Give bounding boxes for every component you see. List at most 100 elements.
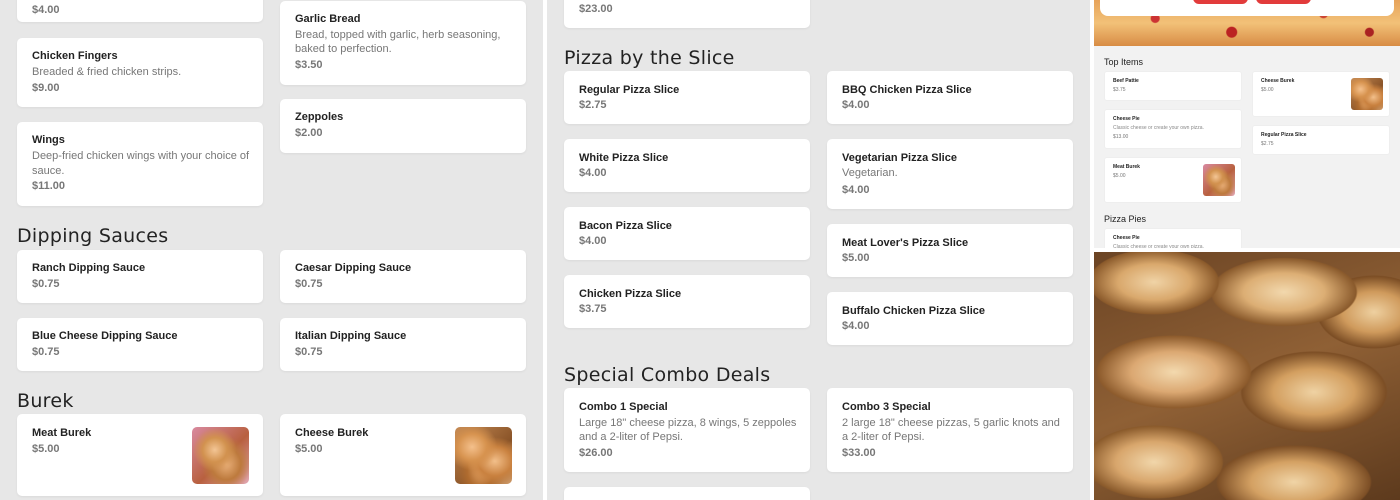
item-name: Vegetarian Pizza Slice — [842, 152, 957, 164]
item-price: $3.50 — [295, 59, 323, 71]
item-price: $4.00 — [579, 167, 607, 179]
cheese-burek-image — [455, 427, 512, 484]
item-price: $0.75 — [32, 346, 60, 358]
menu-item-bbq-chicken-pizza-slice[interactable]: BBQ Chicken Pizza Slice $4.00 — [827, 71, 1073, 124]
item-description: Bread, topped with garlic, herb seasonin… — [295, 29, 501, 41]
mini-item-meat-burek[interactable]: Meat Burek $5.00 — [1104, 157, 1242, 203]
item-price: $4.00 — [32, 4, 60, 16]
item-name: Beef Pattie — [1113, 78, 1139, 84]
middle-menu-panel: $23.00 Pizza by the Slice Regular Pizza … — [547, 0, 1090, 500]
item-name: Bacon Pizza Slice — [579, 220, 672, 232]
menu-item-white-pizza-slice[interactable]: White Pizza Slice $4.00 — [564, 139, 810, 192]
menu-item-chicken-fingers[interactable]: Chicken Fingers Breaded & fried chicken … — [17, 38, 263, 107]
item-name: Chicken Fingers — [32, 50, 118, 62]
item-name: Cheese Pie — [1113, 116, 1140, 122]
item-price: $5.00 — [1261, 87, 1274, 93]
item-name: Cheese Pie — [1113, 235, 1140, 241]
menu-item-cheese-burek[interactable]: Cheese Burek $5.00 — [280, 414, 526, 496]
item-name: Cheese Burek — [1261, 78, 1295, 84]
menu-item-meat-burek[interactable]: Meat Burek $5.00 — [17, 414, 263, 496]
menu-item-ranch-dipping-sauce[interactable]: Ranch Dipping Sauce $0.75 — [17, 250, 263, 303]
item-price: $4.00 — [579, 235, 607, 247]
item-name: Cheese Burek — [295, 427, 369, 439]
menu-item-bacon-pizza-slice[interactable]: Bacon Pizza Slice $4.00 — [564, 207, 810, 260]
section-title-special-combo-deals: Special Combo Deals — [564, 364, 771, 386]
item-price: $23.00 — [579, 3, 613, 15]
item-name: Ranch Dipping Sauce — [32, 262, 146, 274]
item-description: baked to perfection. — [295, 43, 392, 55]
menu-item-card[interactable]: $23.00 — [564, 0, 810, 28]
menu-item-garlic-bread[interactable]: Garlic Bread Bread, topped with garlic, … — [280, 1, 526, 85]
item-description: and a 2-liter of Pepsi. — [579, 431, 683, 443]
section-title-pizza-pies: Pizza Pies — [1104, 214, 1147, 224]
item-price: $5.00 — [842, 252, 870, 264]
item-name: Zeppoles — [295, 111, 344, 123]
header-button[interactable] — [1256, 0, 1311, 4]
menu-item-chicken-pizza-slice[interactable]: Chicken Pizza Slice $3.75 — [564, 275, 810, 328]
item-name: Blue Cheese Dipping Sauce — [32, 330, 178, 342]
item-price: $2.00 — [295, 127, 323, 139]
left-menu-panel: $4.00 Chicken Fingers Breaded & fried ch… — [0, 0, 543, 500]
menu-item-vegetarian-pizza-slice[interactable]: Vegetarian Pizza Slice Vegetarian. $4.00 — [827, 139, 1073, 209]
item-name: Italian Dipping Sauce — [295, 330, 407, 342]
item-price: $2.75 — [1261, 141, 1274, 147]
item-price: $0.75 — [295, 346, 323, 358]
item-price: $3.75 — [579, 303, 607, 315]
item-description: Large 18" cheese pizza, 8 wings, 5 zeppo… — [579, 417, 797, 429]
item-name: Meat Lover's Pizza Slice — [842, 237, 969, 249]
item-price: $4.00 — [842, 99, 870, 111]
item-price: $3.75 — [1113, 87, 1126, 93]
menu-item-italian-dipping-sauce[interactable]: Italian Dipping Sauce $0.75 — [280, 318, 526, 371]
section-title-dipping-sauces: Dipping Sauces — [17, 225, 169, 247]
item-price: $2.75 — [579, 99, 607, 111]
meat-burek-image — [1203, 164, 1235, 196]
item-description: Classic cheese or create your own pizza. — [1113, 125, 1204, 131]
item-price: $4.00 — [842, 320, 870, 332]
item-name: Caesar Dipping Sauce — [295, 262, 412, 274]
item-description: 2 large 18" cheese pizzas, 5 garlic knot… — [842, 417, 1060, 429]
mini-item-regular-pizza-slice[interactable]: Regular Pizza Slice $2.75 — [1252, 125, 1390, 155]
menu-item-combo-3-special[interactable]: Combo 3 Special 2 large 18" cheese pizza… — [827, 388, 1073, 472]
item-name: Combo 3 Special — [842, 401, 931, 413]
menu-item-regular-pizza-slice[interactable]: Regular Pizza Slice $2.75 — [564, 71, 810, 124]
menu-item-blue-cheese-dipping-sauce[interactable]: Blue Cheese Dipping Sauce $0.75 — [17, 318, 263, 371]
item-name: Buffalo Chicken Pizza Slice — [842, 305, 986, 317]
header-button[interactable] — [1193, 0, 1248, 4]
menu-item-combo-1-special[interactable]: Combo 1 Special Large 18" cheese pizza, … — [564, 388, 810, 472]
right-preview-panel: Top Items Beef Pattie $3.75 Cheese Burek… — [1094, 0, 1400, 500]
mini-menu-area: Top Items Beef Pattie $3.75 Cheese Burek… — [1094, 46, 1400, 258]
item-description: a 2-liter of Pepsi. — [842, 431, 925, 443]
item-name: Combo 1 Special — [579, 401, 668, 413]
item-name: Meat Burek — [32, 427, 92, 439]
section-title-pizza-by-the-slice: Pizza by the Slice — [564, 47, 735, 69]
menu-item-zeppoles[interactable]: Zeppoles $2.00 — [280, 99, 526, 153]
item-name: Wings — [32, 134, 65, 146]
menu-item-card[interactable]: $4.00 — [17, 0, 263, 22]
item-description: Vegetarian. — [842, 167, 898, 179]
item-price: $13.00 — [1113, 134, 1129, 140]
menu-item-card[interactable] — [564, 487, 810, 500]
menu-item-caesar-dipping-sauce[interactable]: Caesar Dipping Sauce $0.75 — [280, 250, 526, 303]
item-name: Regular Pizza Slice — [579, 84, 680, 96]
item-price: $4.00 — [842, 184, 870, 196]
item-price: $0.75 — [32, 278, 60, 290]
menu-item-meat-lovers-pizza-slice[interactable]: Meat Lover's Pizza Slice $5.00 — [827, 224, 1073, 277]
item-price: $0.75 — [295, 278, 323, 290]
header-overlay — [1100, 0, 1394, 16]
menu-item-wings[interactable]: Wings Deep-fried chicken wings with your… — [17, 122, 263, 206]
mini-item-cheese-burek[interactable]: Cheese Burek $5.00 — [1252, 71, 1390, 117]
meat-burek-image — [192, 427, 249, 484]
item-name: BBQ Chicken Pizza Slice — [842, 84, 972, 96]
item-price: $5.00 — [295, 443, 323, 455]
cheese-burek-image — [1351, 78, 1383, 110]
item-description: Breaded & fried chicken strips. — [32, 66, 182, 78]
mini-item-beef-pattie[interactable]: Beef Pattie $3.75 — [1104, 71, 1242, 101]
item-name: Chicken Pizza Slice — [579, 288, 682, 300]
mini-item-cheese-pie[interactable]: Cheese Pie Classic cheese or create your… — [1104, 109, 1242, 149]
item-description: Deep-fried chicken wings with your choic… — [32, 150, 250, 162]
menu-item-buffalo-chicken-pizza-slice[interactable]: Buffalo Chicken Pizza Slice $4.00 — [827, 292, 1073, 345]
item-name: White Pizza Slice — [579, 152, 669, 164]
item-price: $5.00 — [1113, 173, 1126, 179]
item-price: $11.00 — [32, 180, 66, 192]
item-name: Meat Burek — [1113, 164, 1140, 170]
